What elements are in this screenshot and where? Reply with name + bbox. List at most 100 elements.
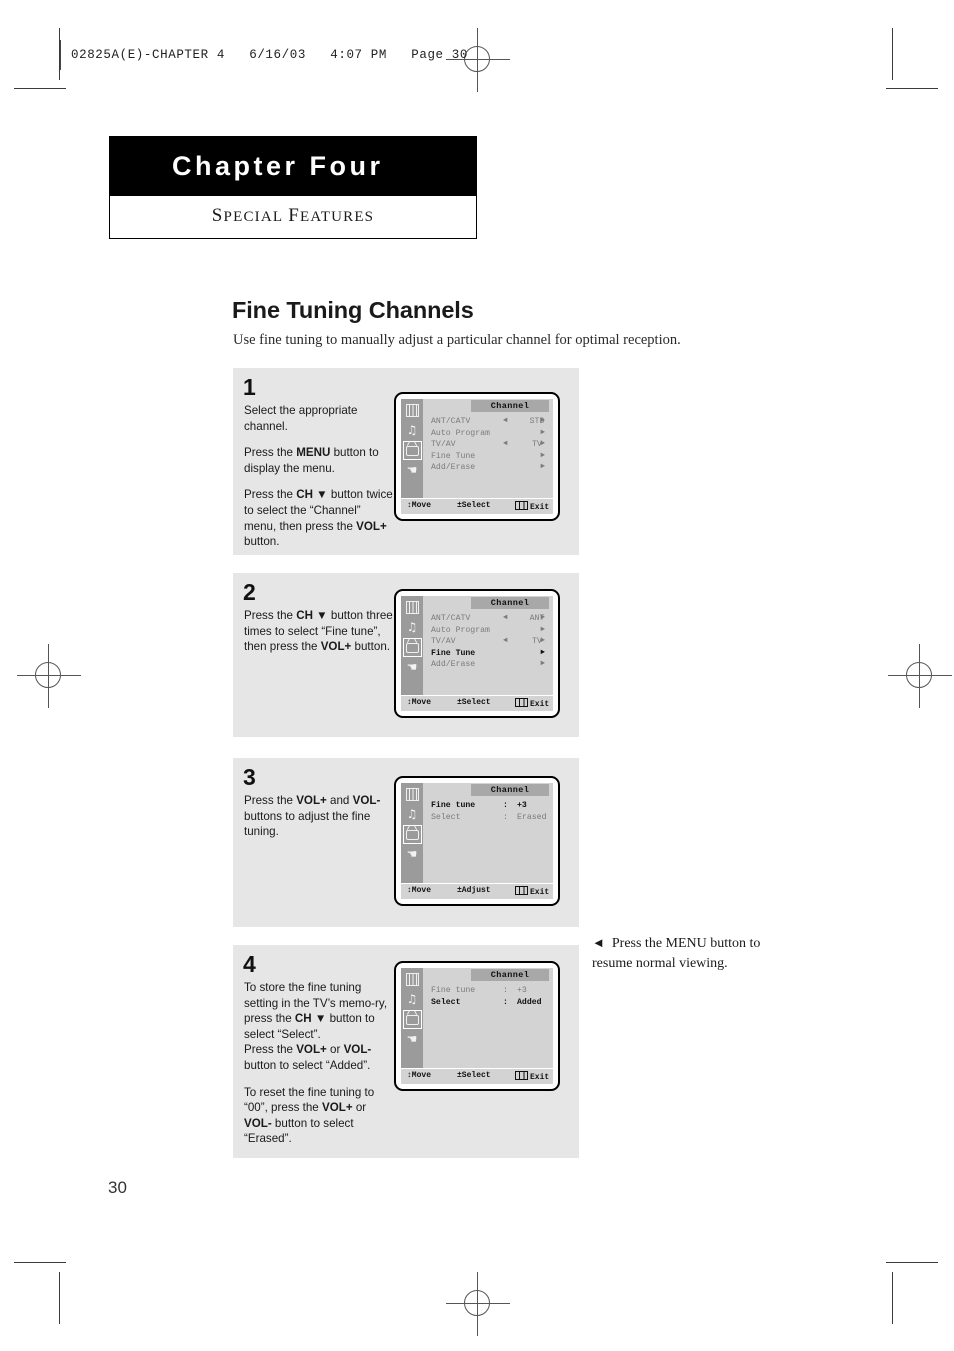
osd-menu-item[interactable]: Fine Tune ►: [431, 451, 549, 463]
osd-menu-item[interactable]: Fine tune: +3: [431, 985, 549, 997]
osd-row-spacer: [431, 486, 549, 498]
picture-bars-icon: [404, 402, 421, 419]
crop-mark-bottom-left-horizontal: [14, 1262, 66, 1263]
osd-menu-item-value: Added: [517, 997, 542, 1007]
right-arrow-icon[interactable]: ►: [540, 659, 545, 671]
osd-menu-item[interactable]: Auto Program ►: [431, 428, 549, 440]
picture-bars-glyph: [405, 601, 419, 614]
crop-mark-bottom-left-vertical: [59, 1272, 60, 1324]
right-arrow-icon[interactable]: ►: [540, 613, 545, 625]
left-arrow-icon[interactable]: ◄: [503, 416, 508, 428]
osd-menu-item[interactable]: ANT/CATV ◄ STD ►: [431, 416, 549, 428]
osd-menu-item-value: TV: [532, 637, 542, 646]
instruction-text: Press the: [244, 1043, 297, 1057]
osd-footer-adjust: ±Adjust: [457, 886, 491, 895]
instruction-paragraph: Select the appropriate channel.: [244, 404, 357, 433]
osd-row-spacer: [431, 859, 549, 871]
osd-row-spacer: [431, 671, 549, 683]
chapter-banner: Chapter Four SPECIAL FEATURES: [109, 136, 477, 239]
osd-body: Channel Fine tune: +3 Select: Erased: [423, 783, 553, 883]
osd-menu-item-label: ANT/CATV: [431, 614, 471, 623]
button-name: CH ▼: [296, 488, 328, 502]
page-number: 30: [108, 1178, 127, 1197]
side-note-text: Press the MENU button to resume normal v…: [592, 936, 761, 971]
hand-icon-glyph: ☚: [406, 660, 418, 674]
right-arrow-icon[interactable]: ►: [540, 439, 545, 451]
osd-menu-item-label: ANT/CATV: [431, 417, 471, 426]
instruction-paragraph: To reset the fine tuning to “00”, press …: [244, 1086, 374, 1146]
osd-inner: ♫ ☚ Channel ANT/CATV ◄ ANT ► Auto Program ► TV/AV…: [401, 596, 553, 695]
instruction-text: Press the: [244, 446, 297, 460]
registration-mark-right: [888, 644, 952, 708]
osd-menu-item[interactable]: Select: Erased: [431, 812, 549, 824]
instruction-text: or: [326, 1043, 344, 1057]
hand-icon: ☚: [404, 1031, 421, 1048]
instruction-paragraph: Press the CH ▼ button twice to select th…: [244, 488, 393, 548]
right-arrow-icon[interactable]: ►: [540, 636, 545, 648]
osd-menu-item[interactable]: Add/Erase ►: [431, 659, 549, 671]
osd-footer-move: ↕Move: [407, 500, 432, 510]
osd-footer-adjust: ±Select: [457, 697, 491, 707]
osd-screen-step-3: ♫ ☚ Channel Fine tune: +3 Select: Erased ↕Move ±…: [394, 776, 560, 906]
crop-mark-top-right-vertical: [892, 28, 893, 80]
osd-inner: ♫ ☚ Channel Fine tune: +3 Select: Erased: [401, 783, 553, 883]
osd-footer-bar: ↕Move ±Select Exit: [401, 694, 553, 711]
osd-menu-item-label: Select: [431, 812, 461, 822]
right-arrow-icon[interactable]: ►: [540, 625, 545, 637]
osd-title-bar: Channel: [423, 968, 553, 981]
instruction-paragraph: Press the VOL+ and VOL- buttons to adjus…: [244, 794, 380, 838]
page-title: Fine Tuning Channels: [232, 297, 474, 323]
right-arrow-icon[interactable]: ►: [540, 648, 545, 660]
osd-title-label: Channel: [490, 970, 530, 980]
osd-menu-item-value: STD: [529, 417, 545, 426]
right-arrow-icon[interactable]: ►: [540, 451, 545, 463]
tv-set-icon: [402, 637, 422, 657]
menu-button-icon: [515, 697, 528, 707]
osd-menu-item[interactable]: TV/AV ◄ TV ►: [431, 439, 549, 451]
left-arrow-icon[interactable]: ◄: [503, 636, 508, 648]
hand-icon-glyph: ☚: [406, 463, 418, 477]
picture-bars-icon: [404, 599, 421, 616]
osd-footer-bar: ↕Move ±Select Exit: [401, 1068, 553, 1084]
osd-inner: ♫ ☚ Channel Fine tune: +3 Select: Added: [401, 968, 553, 1068]
osd-title-label: Channel: [490, 401, 530, 411]
section-intro-text: Use fine tuning to manually adjust a par…: [233, 332, 681, 348]
music-note-icon: ♫: [404, 422, 421, 439]
right-arrow-icon[interactable]: ►: [540, 462, 545, 474]
osd-menu-item[interactable]: Auto Program ►: [431, 625, 549, 637]
osd-menu-item-label: Add/Erase: [431, 463, 476, 472]
osd-menu-item-value: +3: [517, 801, 527, 810]
osd-colon: :: [503, 801, 508, 810]
osd-footer-exit: Exit: [515, 1071, 549, 1082]
step-instructions: Press the CH ▼ button three times to sel…: [244, 608, 394, 655]
osd-menu-item-label: Add/Erase: [431, 660, 476, 669]
osd-menu-item[interactable]: ANT/CATV ◄ ANT ►: [431, 613, 549, 625]
osd-menu-item[interactable]: TV/AV ◄ TV ►: [431, 636, 549, 648]
print-file-header: 02825A(E)-CHAPTER 4 6/16/03 4:07 PM Page…: [60, 40, 467, 70]
button-name: VOL-: [352, 794, 381, 807]
crop-mark-top-left-horizontal: [14, 88, 66, 89]
step-instructions: Press the VOL+ and VOL- buttons to adjus…: [244, 793, 394, 840]
osd-footer-exit: Exit: [515, 500, 549, 512]
osd-menu-item[interactable]: Fine Tune ►: [431, 648, 549, 660]
right-arrow-icon[interactable]: ►: [540, 416, 545, 428]
osd-footer-move: ↕Move: [407, 1071, 432, 1080]
instruction-text: button to select “Added”.: [244, 1058, 371, 1072]
osd-menu-item-label: Fine Tune: [431, 648, 476, 658]
osd-menu-item[interactable]: Fine tune: +3: [431, 800, 549, 812]
hand-icon: ☚: [404, 462, 421, 479]
osd-menu-rows: Fine tune: +3 Select: Added: [423, 981, 553, 1068]
music-note-icon: ♫: [404, 619, 421, 636]
osd-footer-exit-label: Exit: [530, 888, 550, 897]
osd-title-label: Channel: [490, 598, 530, 608]
left-arrow-icon[interactable]: ◄: [503, 439, 508, 451]
osd-menu-item-value: +3: [517, 986, 527, 995]
osd-menu-item[interactable]: Select: Added: [431, 997, 549, 1009]
osd-menu-item[interactable]: Add/Erase ►: [431, 462, 549, 474]
right-arrow-icon[interactable]: ►: [540, 428, 545, 440]
left-triangle-icon: ◄: [592, 935, 605, 950]
left-arrow-icon[interactable]: ◄: [503, 613, 508, 625]
step-instructions: To store the fine tuning setting in the …: [244, 980, 394, 1147]
tv-body-glyph: [405, 1015, 419, 1025]
osd-menu-item-value: TV: [532, 440, 542, 449]
